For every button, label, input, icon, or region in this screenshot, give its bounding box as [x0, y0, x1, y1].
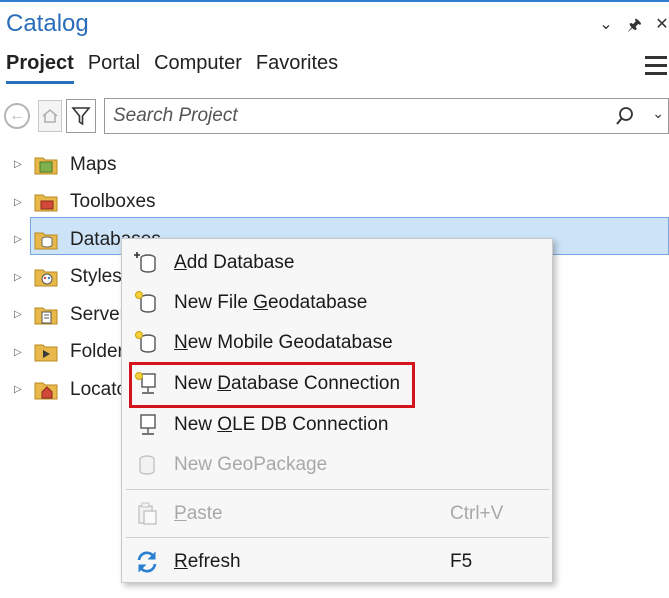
- pane-options-chevron-icon[interactable]: ⌄: [599, 14, 613, 41]
- search-box: ⌄: [104, 98, 669, 134]
- database-folder-icon: [34, 232, 58, 250]
- locators-folder-icon: [34, 382, 58, 400]
- new-oledb-connection-icon: [140, 414, 156, 435]
- tree-item-label: Styles: [70, 266, 122, 288]
- tree-item-label: Toolboxes: [70, 191, 156, 213]
- paste-shortcut: Ctrl+V: [450, 503, 504, 524]
- tab-project[interactable]: Project: [6, 52, 74, 84]
- menu-item-add-database[interactable]: Add Database: [122, 244, 552, 282]
- new-file-geodatabase-icon: [135, 291, 156, 313]
- expand-arrow-icon[interactable]: ▷: [14, 309, 26, 320]
- tree-item-label: Maps: [70, 153, 117, 175]
- menu-item-label: New File Geodatabase: [174, 292, 368, 313]
- catalog-tabs: Project Portal Computer Favorites: [6, 52, 338, 84]
- menu-item-new-file-geodatabase[interactable]: New File Geodatabase: [122, 284, 552, 322]
- expand-arrow-icon[interactable]: ▷: [14, 234, 26, 245]
- menu-item-new-oledb-connection[interactable]: New OLE DB Connection: [122, 406, 552, 444]
- catalog-toolbar: ←: [4, 98, 96, 134]
- tree-item-maps[interactable]: ▷ Maps: [0, 146, 669, 184]
- hamburger-menu-icon[interactable]: [645, 56, 667, 76]
- expand-arrow-icon[interactable]: ▷: [14, 272, 26, 283]
- maps-folder-icon: [34, 157, 58, 175]
- pane-title: Catalog: [6, 10, 89, 37]
- servers-folder-icon: [34, 307, 58, 325]
- search-icon[interactable]: [614, 105, 636, 127]
- menu-item-label: Refresh: [174, 551, 241, 572]
- menu-separator: [126, 537, 550, 538]
- toolbox-folder-icon: [34, 194, 58, 212]
- menu-item-label: Paste: [174, 503, 223, 524]
- search-options-chevron-icon[interactable]: ⌄: [652, 105, 664, 122]
- tab-computer[interactable]: Computer: [154, 52, 242, 84]
- close-icon[interactable]: ✕: [655, 14, 669, 41]
- expand-arrow-icon[interactable]: ▷: [14, 159, 26, 170]
- geopackage-icon: [139, 455, 155, 475]
- menu-item-new-geopackage: New GeoPackage: [122, 446, 552, 484]
- expand-arrow-icon[interactable]: ▷: [14, 197, 26, 208]
- paste-icon: [138, 502, 157, 525]
- arrow-left-icon: ←: [9, 107, 25, 124]
- pin-icon[interactable]: 🖈: [627, 14, 642, 41]
- tab-portal[interactable]: Portal: [88, 52, 140, 84]
- styles-folder-icon: [34, 269, 58, 287]
- expand-arrow-icon[interactable]: ▷: [14, 347, 26, 358]
- refresh-icon: [137, 551, 157, 573]
- tab-favorites[interactable]: Favorites: [256, 52, 338, 84]
- folders-folder-icon: [34, 344, 58, 362]
- tree-item-toolboxes[interactable]: ▷ Toolboxes: [0, 184, 669, 222]
- search-input[interactable]: [105, 99, 585, 133]
- menu-item-label: New GeoPackage: [174, 454, 328, 475]
- menu-item-label: New OLE DB Connection: [174, 414, 389, 435]
- menu-separator: [126, 489, 550, 490]
- menu-item-refresh[interactable]: Refresh F5: [122, 543, 552, 581]
- top-accent-line: [0, 0, 669, 2]
- refresh-shortcut: F5: [450, 551, 473, 572]
- add-database-icon: [134, 252, 156, 273]
- highlight-box: [129, 362, 415, 408]
- menu-item-label: Add Database: [174, 252, 295, 273]
- home-button[interactable]: [38, 100, 62, 132]
- new-mobile-geodatabase-icon: [135, 331, 156, 353]
- menu-item-new-mobile-geodatabase[interactable]: New Mobile Geodatabase: [122, 324, 552, 362]
- back-button[interactable]: ←: [4, 103, 30, 129]
- context-menu: Add Database New File Geodatabase New Mo…: [121, 238, 553, 583]
- filter-button[interactable]: [66, 99, 96, 133]
- menu-item-label: New Mobile Geodatabase: [174, 332, 393, 353]
- pane-controls: ⌄ 🖈 ✕: [599, 14, 669, 41]
- expand-arrow-icon[interactable]: ▷: [14, 384, 26, 395]
- home-icon: [42, 108, 58, 123]
- filter-icon: [71, 107, 91, 126]
- menu-item-paste: Paste Ctrl+V: [122, 495, 552, 533]
